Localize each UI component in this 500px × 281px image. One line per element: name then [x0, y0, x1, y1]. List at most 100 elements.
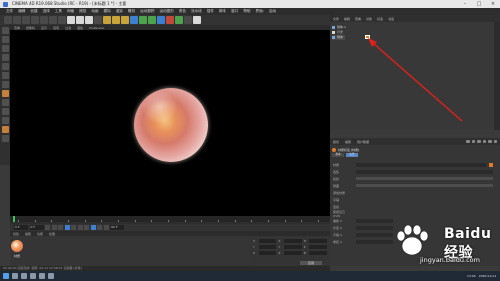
lock-workplane-icon[interactable] [1, 126, 9, 133]
viewport-menu-cameras[interactable]: 摄像机 [26, 26, 35, 30]
menu-simulate[interactable]: 模拟 [104, 9, 111, 14]
right-side-tabs[interactable] [494, 22, 500, 130]
material-thumbnail[interactable] [11, 240, 23, 252]
tray-date[interactable]: 2020/11/14 [479, 274, 496, 278]
current-frame-marker[interactable] [13, 216, 15, 222]
menu-create[interactable]: 创建 [30, 9, 37, 14]
menu-tools[interactable]: 工具 [55, 9, 62, 14]
viewport-menu-prorender[interactable]: ProRender [89, 26, 104, 30]
tab-basic[interactable]: 基本 [332, 152, 344, 157]
workplane-icon[interactable] [1, 54, 9, 61]
coord-position-z[interactable] [258, 251, 277, 255]
edge-browser-icon[interactable] [30, 273, 36, 279]
menu-pipeline[interactable]: 流水线 [191, 9, 202, 14]
material-link-field[interactable] [356, 162, 486, 167]
task-view-icon[interactable] [21, 273, 27, 279]
material-label[interactable]: 材质 [10, 254, 24, 258]
move-icon[interactable] [31, 16, 39, 24]
start-icon[interactable] [3, 273, 9, 279]
object-menu-edit[interactable]: 编辑 [344, 17, 350, 21]
object-row-selected[interactable]: 球体 [332, 35, 346, 40]
object-name[interactable]: 球体 [337, 35, 343, 39]
material-tag-icon[interactable] [365, 35, 370, 39]
menu-animate[interactable]: 动画 [91, 9, 98, 14]
coord-rotation-b[interactable] [309, 251, 328, 255]
live-select-icon[interactable] [22, 16, 30, 24]
model-mode-icon[interactable] [1, 36, 9, 43]
close-button[interactable]: × [486, 0, 500, 8]
object-row[interactable]: 球体.1 [332, 25, 346, 30]
menu-render[interactable]: 渲染 [116, 9, 123, 14]
play-icon[interactable] [64, 225, 70, 230]
menu-mesh[interactable]: 网格 [67, 9, 74, 14]
x-axis-icon[interactable] [67, 16, 75, 24]
coord-rotation-p[interactable] [309, 245, 328, 249]
material-menu-create[interactable]: 创建 [13, 232, 19, 236]
lock-icon[interactable] [488, 139, 492, 144]
tiles-u-field[interactable] [356, 232, 393, 237]
axis-mode-icon[interactable] [1, 90, 9, 97]
menu-plugins[interactable]: 插件 [207, 9, 214, 14]
viewport-menu-options[interactable]: 选项 [53, 26, 59, 30]
z-axis-icon[interactable] [85, 16, 93, 24]
snap-icon[interactable] [1, 108, 9, 115]
object-menu-view[interactable]: 查看 [355, 17, 361, 21]
floor-icon[interactable] [175, 16, 183, 24]
record-keys-icon[interactable] [90, 225, 96, 230]
material-menu-texture[interactable]: 纹理 [49, 232, 55, 236]
cinema4d-taskbar-icon[interactable] [48, 273, 54, 279]
render-picture-viewer-icon[interactable] [112, 16, 120, 24]
current-frame-field[interactable]: 0 F [29, 225, 44, 230]
pen-icon[interactable] [139, 16, 147, 24]
apply-button[interactable]: 应用 [300, 261, 322, 265]
search-icon[interactable] [482, 139, 486, 144]
points-mode-icon[interactable] [1, 63, 9, 70]
coord-size-y[interactable] [283, 245, 302, 249]
previous-key-icon[interactable] [51, 225, 57, 230]
polygons-mode-icon[interactable] [1, 81, 9, 88]
recent-tool-icon[interactable] [58, 16, 66, 24]
arrow-up-icon[interactable] [466, 139, 470, 144]
material-manager[interactable] [10, 236, 250, 266]
undo-icon[interactable] [4, 16, 12, 24]
texture-mode-icon[interactable] [1, 45, 9, 52]
repetitions-u-field[interactable] [356, 239, 393, 244]
menu-script[interactable]: 脚本 [219, 9, 226, 14]
new-panel-icon[interactable] [493, 139, 497, 144]
end-frame-field[interactable]: 90 F [110, 225, 124, 230]
render-settings-icon[interactable] [121, 16, 129, 24]
object-row[interactable]: 灯光 [332, 30, 343, 35]
minimize-button[interactable]: – [458, 0, 472, 8]
menu-help[interactable]: 帮助 [243, 9, 250, 14]
object-name[interactable]: 球体.1 [337, 25, 346, 29]
maximize-button[interactable]: □ [472, 0, 486, 8]
tweak-mode-icon[interactable] [1, 99, 9, 106]
keyframe-selection-icon[interactable] [103, 225, 109, 230]
array-icon[interactable] [157, 16, 165, 24]
object-menu-bookmarks[interactable]: 书签 [388, 17, 394, 21]
object-menu-tags[interactable]: 标签 [377, 17, 383, 21]
side-dropdown[interactable] [356, 184, 493, 187]
go-to-end-icon[interactable] [84, 225, 89, 230]
forward-icon[interactable] [477, 139, 481, 144]
scale-icon[interactable] [40, 16, 48, 24]
object-menu-objects[interactable]: 对象 [366, 17, 372, 21]
camera-icon[interactable] [184, 16, 192, 24]
menu-mograph[interactable]: 运动图形 [159, 9, 173, 14]
menu-window[interactable]: 窗口 [231, 9, 238, 14]
object-name[interactable]: 灯光 [337, 30, 343, 34]
render-view-icon[interactable] [103, 16, 111, 24]
coordinate-system-icon[interactable] [94, 16, 102, 24]
y-axis-icon[interactable] [76, 16, 84, 24]
tray-time[interactable]: 13:05 [467, 274, 476, 278]
viewport-menu-view[interactable]: 查看 [14, 26, 20, 30]
rotate-icon[interactable] [49, 16, 57, 24]
start-frame-field[interactable]: 0 F [14, 225, 28, 230]
autokey-icon[interactable] [97, 225, 102, 230]
selection-field[interactable] [356, 169, 493, 174]
attr-menu-mode[interactable]: 模式 [333, 140, 339, 144]
coord-position-x[interactable] [258, 239, 277, 243]
coord-size-z[interactable] [283, 251, 302, 255]
material-preview-icon[interactable] [489, 162, 493, 167]
timeline-ruler[interactable] [10, 216, 330, 222]
